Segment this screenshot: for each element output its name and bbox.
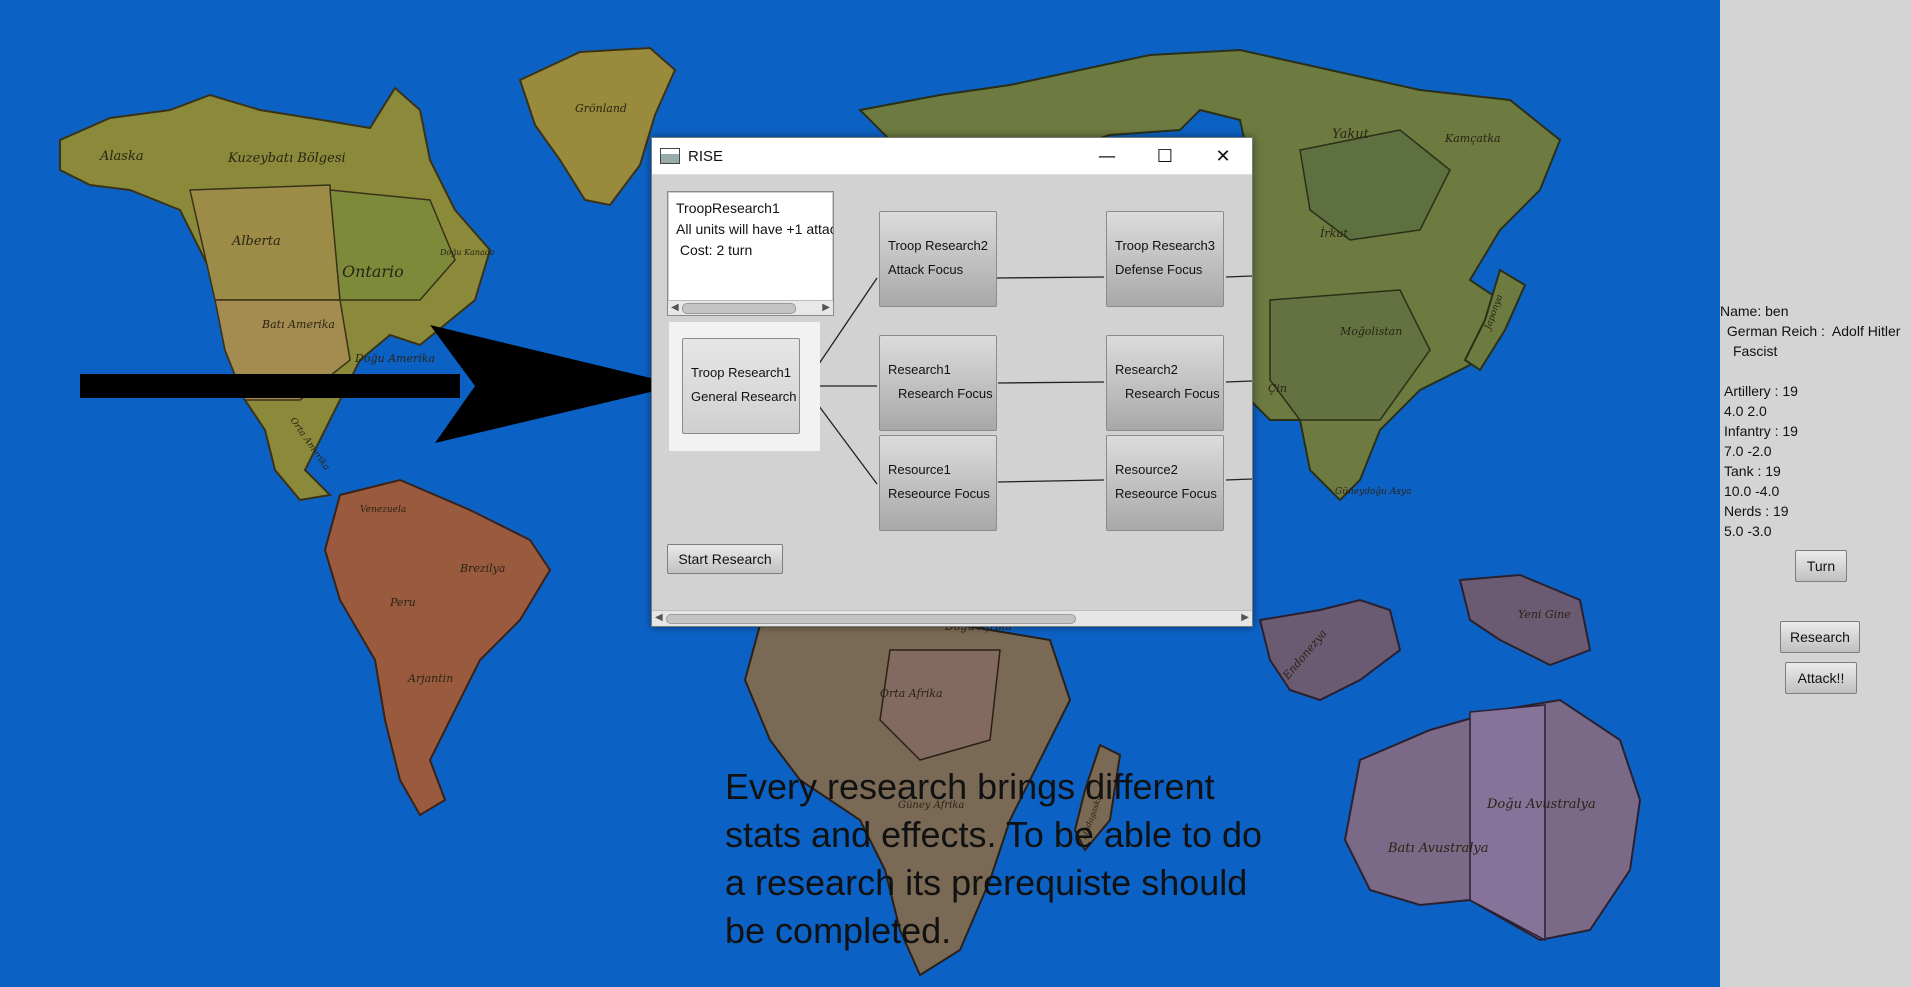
node-troop-research2[interactable]: Troop Research2 Attack Focus xyxy=(879,211,997,307)
horizontal-scrollbar[interactable]: ◀ ▶ xyxy=(652,610,1252,626)
label-cin: Çin xyxy=(1268,382,1287,395)
node-name: Resource2 xyxy=(1115,462,1178,477)
player-panel: Name: ben German Reich : Adolf Hitler Fa… xyxy=(1720,0,1911,987)
unit-stats: 4.0 2.0 xyxy=(1724,403,1767,419)
scroll-left-icon[interactable]: ◀ xyxy=(671,301,679,315)
title-bar[interactable]: RISE — ☐ ✕ xyxy=(652,138,1252,175)
label-arjantin: Arjantin xyxy=(407,672,453,685)
node-name: Research2 xyxy=(1115,362,1178,377)
unit-stats: 7.0 -2.0 xyxy=(1724,443,1772,459)
node-name: Troop Research3 xyxy=(1115,238,1215,253)
node-resource2[interactable]: Resource2 Reseource Focus xyxy=(1106,435,1224,531)
label-mogolistan: Moğolistan xyxy=(1339,325,1402,338)
label-orta-afrika: Orta Afrika xyxy=(880,687,943,700)
description-text: TroopResearch1 All units will have +1 at… xyxy=(676,200,833,258)
label-yakut: Yakut xyxy=(1332,127,1370,142)
label-irkut: İrkut xyxy=(1319,226,1348,240)
description-scrollbar[interactable]: ◀ ▶ xyxy=(668,300,833,315)
label-peru: Peru xyxy=(389,596,416,609)
node-name: Research1 xyxy=(888,362,951,377)
node-focus: Reseource Focus xyxy=(888,486,990,501)
label-dogu-avustralya: Doğu Avustralya xyxy=(1486,797,1596,812)
unit-label: Artillery : 19 xyxy=(1724,383,1798,399)
label-bati-avustralya: Batı Avustralya xyxy=(1387,841,1489,856)
node-name: Troop Research1 xyxy=(691,365,791,380)
research-content: TroopResearch1 All units will have +1 at… xyxy=(652,175,1252,609)
indonesia-territory[interactable] xyxy=(1258,598,1402,702)
label-guneydogu-asya: Güneydoğu Asya xyxy=(1335,486,1411,497)
scroll-right-icon[interactable]: ▶ xyxy=(822,301,830,315)
unit-stats: 10.0 -4.0 xyxy=(1724,483,1780,499)
description-scroll-thumb[interactable] xyxy=(682,303,796,314)
label-ontario: Ontario xyxy=(342,262,404,281)
label-venezuela: Venezuela xyxy=(360,505,406,515)
scroll-right-icon[interactable]: ▶ xyxy=(1241,611,1249,625)
research-window[interactable]: RISE — ☐ ✕ TroopResearch1 All units will… xyxy=(651,137,1253,627)
unit-stats: 5.0 -3.0 xyxy=(1724,523,1772,539)
research-button[interactable]: Research xyxy=(1780,621,1860,653)
node-troop-research1[interactable]: Troop Research1 General Research xyxy=(682,338,800,434)
unit-label: Infantry : 19 xyxy=(1724,423,1798,439)
label-kuzeybati: Kuzeybatı Bölgesi xyxy=(227,151,346,166)
horizontal-scroll-thumb[interactable] xyxy=(666,614,1076,624)
node-research2[interactable]: Research2 Research Focus xyxy=(1106,335,1224,431)
node-resource1[interactable]: Resource1 Reseource Focus xyxy=(879,435,997,531)
south-america-landmass[interactable] xyxy=(323,478,552,817)
close-button[interactable]: ✕ xyxy=(1194,138,1252,174)
window-title: RISE xyxy=(688,147,724,165)
node-focus: Attack Focus xyxy=(888,262,964,277)
node-troop-research3[interactable]: Troop Research3 Defense Focus xyxy=(1106,211,1224,307)
start-research-button[interactable]: Start Research xyxy=(667,544,783,574)
node-focus: Research Focus xyxy=(898,386,993,401)
caption-text: Every research brings different stats an… xyxy=(725,766,1263,951)
label-yeni-gine: Yeni Gine xyxy=(1518,608,1571,621)
player-name: Name: ben xyxy=(1720,303,1789,319)
player-nation: German Reich : Adolf Hitler xyxy=(1723,323,1901,339)
label-dogu-kanada: Doğu Kanada xyxy=(439,248,495,257)
label-kamcatka: Kamçatka xyxy=(1444,132,1501,145)
player-ideology: Fascist xyxy=(1733,343,1778,359)
minimize-button[interactable]: — xyxy=(1078,138,1136,174)
app-icon xyxy=(660,148,680,164)
node-name: Resource1 xyxy=(888,462,951,477)
label-gronland: Grönland xyxy=(575,102,627,115)
node-focus: Research Focus xyxy=(1125,386,1220,401)
node-focus: Defense Focus xyxy=(1115,262,1203,277)
label-brezilya: Brezilya xyxy=(459,562,505,575)
label-alberta: Alberta xyxy=(231,234,281,249)
node-focus: General Research xyxy=(691,389,797,404)
unit-label: Tank : 19 xyxy=(1724,463,1781,479)
node-name: Troop Research2 xyxy=(888,238,988,253)
label-alaska: Alaska xyxy=(99,149,144,164)
unit-label: Nerds : 19 xyxy=(1724,503,1789,519)
turn-button[interactable]: Turn xyxy=(1795,550,1847,582)
label-dogu-amerika: Doğu Amerika xyxy=(354,352,435,365)
attack-button[interactable]: Attack!! xyxy=(1785,662,1857,694)
node-research1[interactable]: Research1 Research Focus xyxy=(879,335,997,431)
scroll-left-icon[interactable]: ◀ xyxy=(655,611,663,625)
node-focus: Reseource Focus xyxy=(1115,486,1217,501)
description-box[interactable]: TroopResearch1 All units will have +1 at… xyxy=(667,191,834,316)
maximize-button[interactable]: ☐ xyxy=(1136,138,1194,174)
label-bati-amerika: Batı Amerika xyxy=(261,318,335,331)
